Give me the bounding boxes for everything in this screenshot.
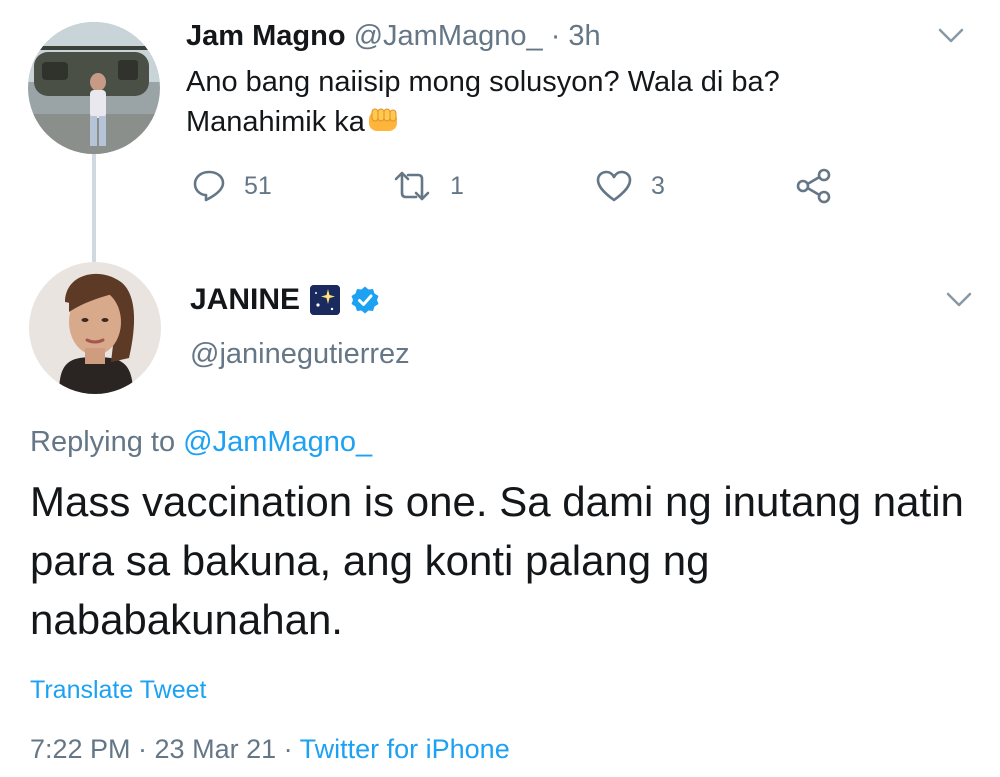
tweet-time[interactable]: 3h [568, 20, 600, 52]
separator-dot: · [550, 20, 561, 52]
tweet-meta: 7:22 PM · 23 Mar 21 · Twitter for iPhone [30, 734, 510, 765]
verified-badge-icon [351, 286, 379, 314]
reply-tweet-text: Ano bang naiisip mong solusyon? Wala di … [186, 62, 906, 142]
author-name[interactable]: Jam Magno [186, 20, 346, 52]
sparkle-night-emoji-icon [310, 285, 341, 315]
replying-to: Replying to @JamMagno_ [30, 426, 372, 459]
thread-connector-line [92, 150, 96, 262]
replying-label: Replying to [30, 426, 184, 458]
share-icon [796, 168, 831, 204]
reply-tweet-header: Jam Magno @JamMagno_ · 3h [186, 20, 601, 53]
reply-button[interactable]: 51 [192, 166, 272, 206]
like-count: 3 [651, 171, 665, 200]
avatar-janine[interactable] [29, 262, 161, 394]
retweet-icon [394, 171, 430, 201]
main-author-name: JANINE [190, 283, 301, 316]
avatar-photo-helicopter [28, 22, 160, 154]
main-author-name-row[interactable]: JANINE [190, 283, 380, 317]
like-button[interactable]: 3 [595, 166, 665, 206]
main-author-handle[interactable]: @janinegutierrez [190, 338, 410, 371]
retweet-button[interactable]: 1 [392, 166, 464, 206]
like-icon [596, 170, 632, 202]
chevron-down-icon[interactable] [938, 28, 964, 44]
share-button[interactable] [795, 166, 833, 206]
chevron-down-icon[interactable] [946, 292, 972, 308]
reply-text-line-1: Ano bang naiisip mong solusyon? Wala di … [186, 66, 780, 98]
tweet-source-link[interactable]: Twitter for iPhone [300, 734, 510, 764]
fist-emoji-icon [368, 108, 397, 131]
replying-handle-link[interactable]: @JamMagno_ [183, 426, 372, 458]
reply-text-line-2: Manahimik ka [186, 106, 365, 138]
reply-text-line-2-wrap: Manahimik ka [186, 102, 906, 142]
translate-tweet-link[interactable]: Translate Tweet [30, 676, 206, 705]
tweet-timestamp: 7:22 PM · 23 Mar 21 · [30, 734, 300, 764]
reply-icon [193, 170, 225, 202]
avatar-photo-portrait [29, 262, 161, 394]
main-tweet-text: Mass vaccination is one. Sa dami ng inut… [30, 478, 964, 643]
avatar-jam-magno[interactable] [28, 22, 160, 154]
retweet-count: 1 [450, 171, 464, 200]
reply-count: 51 [244, 171, 272, 200]
author-handle[interactable]: @JamMagno_ [354, 20, 543, 52]
